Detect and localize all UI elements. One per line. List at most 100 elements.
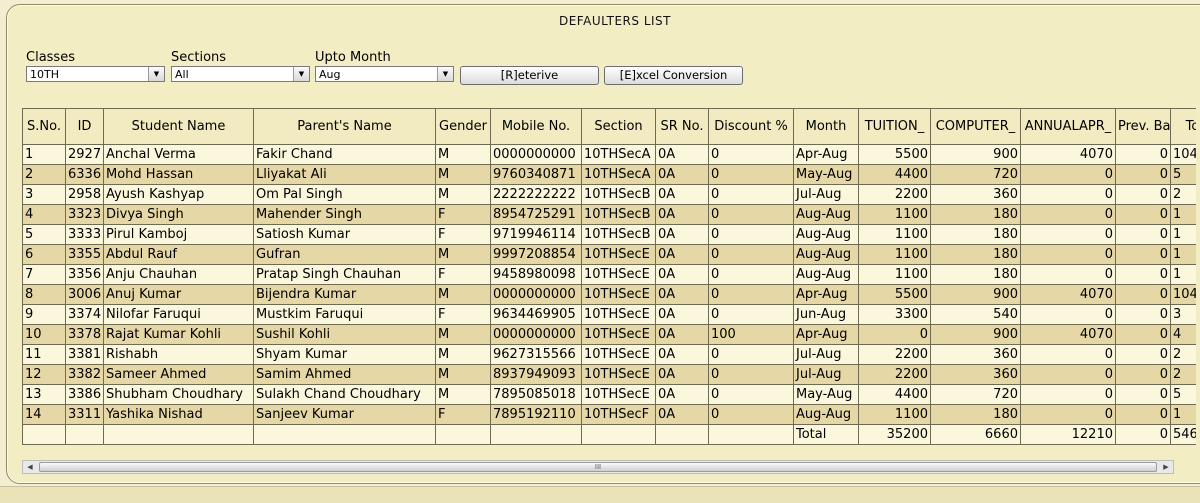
column-header[interactable]: SR No. bbox=[655, 108, 709, 145]
table-cell: 0A bbox=[655, 324, 709, 345]
table-cell: Pratap Singh Chauhan bbox=[253, 264, 436, 285]
total-cell bbox=[435, 424, 491, 445]
table-cell: 1100 bbox=[858, 224, 931, 245]
scrollbar-thumb[interactable]: III bbox=[39, 462, 1157, 472]
table-cell: 10THSecA bbox=[581, 144, 656, 165]
table-cell: 0 bbox=[708, 224, 794, 245]
table-cell: 0 bbox=[1115, 304, 1171, 325]
table-cell: F bbox=[435, 264, 491, 285]
column-header[interactable]: Mobile No. bbox=[490, 108, 582, 145]
table-cell: M bbox=[435, 244, 491, 265]
table-cell: 0A bbox=[655, 284, 709, 305]
table-row[interactable]: 11 3381 Rishabh Shyam Kumar M 9627315566 10THS… bbox=[22, 344, 1196, 365]
column-header[interactable]: ID bbox=[65, 108, 104, 145]
table-cell: F bbox=[435, 304, 491, 325]
table-row[interactable]: 1 2927 Anchal Verma Fakir Chand M 0000000000 1… bbox=[22, 144, 1196, 165]
column-header[interactable]: Month bbox=[793, 108, 859, 145]
table-cell: 0 bbox=[708, 284, 794, 305]
total-cell: Total bbox=[793, 424, 859, 445]
classes-select-value: 10TH bbox=[30, 68, 59, 81]
column-header[interactable]: Section bbox=[581, 108, 656, 145]
table-cell: 100 bbox=[708, 324, 794, 345]
table-row[interactable]: 14 3311 Yashika Nishad Sanjeev Kumar F 789519… bbox=[22, 404, 1196, 425]
table-cell: 3355 bbox=[65, 244, 104, 265]
table-cell: 8954725291 bbox=[490, 204, 582, 225]
table-row[interactable]: 12 3382 Sameer Ahmed Samim Ahmed M 8937949093… bbox=[22, 364, 1196, 385]
table-row[interactable]: 2 6336 Mohd Hassan Lliyakat Ali M 9760340871 1… bbox=[22, 164, 1196, 185]
table-cell: Jul-Aug bbox=[793, 344, 859, 365]
table-cell: 0 bbox=[708, 204, 794, 225]
table-row[interactable]: 5 3333 Pirul Kamboj Satiosh Kumar F 971994611… bbox=[22, 224, 1196, 245]
sections-select[interactable]: All ▼ bbox=[171, 66, 310, 82]
table-cell: Samim Ahmed bbox=[253, 364, 436, 385]
table-cell: 180 bbox=[930, 404, 1021, 425]
table-cell: 0 bbox=[1020, 364, 1116, 385]
table-row[interactable]: 7 3356 Anju Chauhan Pratap Singh Chauhan F 94… bbox=[22, 264, 1196, 285]
total-cell bbox=[581, 424, 656, 445]
table-cell: Yashika Nishad bbox=[103, 404, 254, 425]
table-row[interactable]: 8 3006 Anuj Kumar Bijendra Kumar M 0000000000… bbox=[22, 284, 1196, 305]
table-cell: 1 bbox=[1170, 244, 1196, 265]
table-row[interactable]: 3 2958 Ayush Kashyap Om Pal Singh M 222222222… bbox=[22, 184, 1196, 205]
table-row[interactable]: 6 3355 Abdul Rauf Gufran M 9997208854 10THSecE… bbox=[22, 244, 1196, 265]
table-cell: 0 bbox=[708, 344, 794, 365]
table-cell: Mustkim Faruqui bbox=[253, 304, 436, 325]
scrollbar-grip-icon: III bbox=[594, 463, 602, 471]
horizontal-scrollbar[interactable]: ◀ III ▶ bbox=[22, 460, 1174, 474]
table-cell: 0000000000 bbox=[490, 144, 582, 165]
table-cell: 0 bbox=[1020, 204, 1116, 225]
table-cell: Anchal Verma bbox=[103, 144, 254, 165]
table-cell: 720 bbox=[930, 384, 1021, 405]
table-cell: 0A bbox=[655, 264, 709, 285]
table-cell: 0 bbox=[1115, 364, 1171, 385]
retrieve-button[interactable]: [R]eterive bbox=[460, 66, 599, 85]
column-header[interactable]: ANNUALAPR_ bbox=[1020, 108, 1116, 145]
column-header[interactable]: Prev. Balance bbox=[1115, 108, 1171, 145]
table-cell: 3374 bbox=[65, 304, 104, 325]
column-header[interactable]: Gender bbox=[435, 108, 491, 145]
table-cell: 10THSecE bbox=[581, 324, 656, 345]
classes-select[interactable]: 10TH ▼ bbox=[26, 66, 165, 82]
scroll-right-icon[interactable]: ▶ bbox=[1159, 461, 1173, 473]
table-cell: 1100 bbox=[858, 244, 931, 265]
table-cell: F bbox=[435, 204, 491, 225]
table-cell: M bbox=[435, 324, 491, 345]
table-cell: 4070 bbox=[1020, 324, 1116, 345]
table-cell: 0000000000 bbox=[490, 324, 582, 345]
chevron-down-icon[interactable]: ▼ bbox=[293, 67, 309, 81]
column-header[interactable]: To bbox=[1170, 108, 1196, 145]
table-cell: 3311 bbox=[65, 404, 104, 425]
table-cell: 0 bbox=[1115, 184, 1171, 205]
table-cell: 12 bbox=[22, 364, 66, 385]
column-header[interactable]: COMPUTER_ bbox=[930, 108, 1021, 145]
table-cell: 360 bbox=[930, 184, 1021, 205]
page-title: DEFAULTERS LIST bbox=[558, 14, 671, 28]
table-cell: 10THSecE bbox=[581, 344, 656, 365]
column-header[interactable]: S.No. bbox=[22, 108, 66, 145]
table-row[interactable]: 9 3374 Nilofar Faruqui Mustkim Faruqui F 9634… bbox=[22, 304, 1196, 325]
table-cell: 0 bbox=[1115, 284, 1171, 305]
chevron-down-icon[interactable]: ▼ bbox=[437, 67, 453, 81]
table-cell: 1100 bbox=[858, 404, 931, 425]
table-cell: 0 bbox=[1115, 264, 1171, 285]
excel-conversion-button[interactable]: [E]xcel Conversion bbox=[604, 66, 743, 85]
table-cell: 10 bbox=[22, 324, 66, 345]
table-cell: Anuj Kumar bbox=[103, 284, 254, 305]
table-cell: Apr-Aug bbox=[793, 324, 859, 345]
table-row[interactable]: 10 3378 Rajat Kumar Kohli Sushil Kohli M 0000… bbox=[22, 324, 1196, 345]
table-cell: 3386 bbox=[65, 384, 104, 405]
table-cell: Aug-Aug bbox=[793, 264, 859, 285]
chevron-down-icon[interactable]: ▼ bbox=[148, 67, 164, 81]
table-cell: 0 bbox=[1115, 204, 1171, 225]
column-header[interactable]: TUITION_ bbox=[858, 108, 931, 145]
table-cell: 1 bbox=[1170, 204, 1196, 225]
table-row[interactable]: 13 3386 Shubham Choudhary Sulakh Chand Chou… bbox=[22, 384, 1196, 405]
column-header[interactable]: Parent's Name bbox=[253, 108, 436, 145]
table-cell: 9997208854 bbox=[490, 244, 582, 265]
column-header[interactable]: Student Name bbox=[103, 108, 254, 145]
table-cell: 5 bbox=[1170, 164, 1196, 185]
upto-month-select[interactable]: Aug ▼ bbox=[315, 66, 454, 82]
scroll-left-icon[interactable]: ◀ bbox=[23, 461, 37, 473]
table-row[interactable]: 4 3323 Divya Singh Mahender Singh F 895472529… bbox=[22, 204, 1196, 225]
column-header[interactable]: Discount % bbox=[708, 108, 794, 145]
